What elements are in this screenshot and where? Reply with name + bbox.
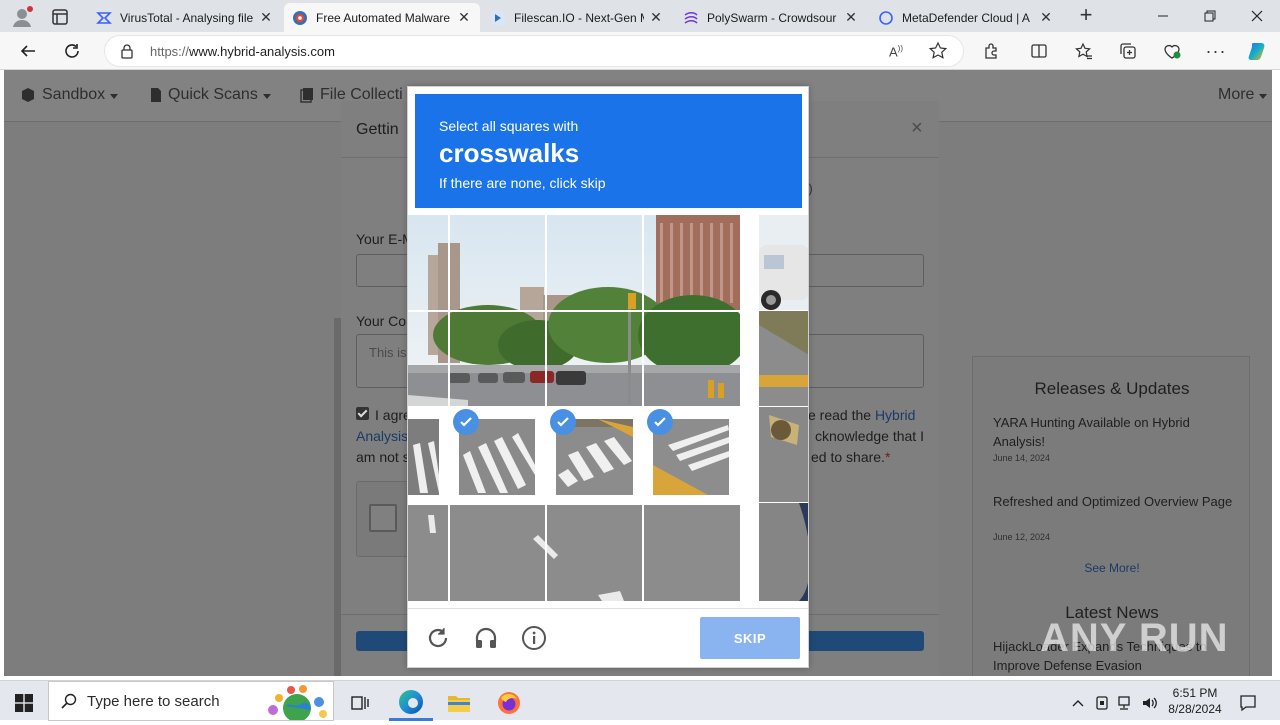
browser-tab-bar: VirusTotal - Analysing file ✕ Free Autom… [0,0,1280,32]
browser-toolbar: https://www.hybrid-analysis.com A)) ··· [0,32,1280,70]
close-tab-icon[interactable]: ✕ [648,9,664,26]
extensions-icon[interactable] [975,36,1007,66]
agree-text-left: I agre [375,407,411,423]
polyswarm-icon [683,10,699,26]
releases-heading: Releases & Updates [1034,379,1190,398]
modal-title: Gettin [356,121,399,138]
close-tab-icon[interactable]: ✕ [1038,9,1054,26]
release-item-link[interactable]: YARA Hunting Available on Hybrid Analysi… [993,413,1233,451]
hybrid-analysis-icon [292,10,308,26]
recaptcha-checkbox[interactable] [369,504,397,532]
system-clock[interactable]: 6:51 PM 8/28/2024 [1162,685,1228,717]
clock-time: 6:51 PM [1172,686,1218,700]
captcha-image-grid [408,215,808,601]
restore-icon[interactable] [1187,0,1233,32]
release-item-date: June 14, 2024 [993,453,1051,463]
tab-title: Filescan.IO - Next-Gen M [514,10,644,25]
agree-text-right: e read the Hybrid [808,407,916,423]
close-tab-icon[interactable]: ✕ [843,9,859,26]
tab-hybrid-analysis[interactable]: Free Automated Malware ✕ [284,3,480,32]
agree-text-line3-right: ed to share.* [811,449,891,465]
copilot-icon[interactable] [1242,36,1274,66]
favorite-star-icon[interactable] [928,41,948,66]
nav-quick-scans[interactable]: Quick Scans [150,86,271,104]
windows-taskbar: Type here to search 6:51 PM 8/28/2024 [0,680,1280,722]
analysis-link[interactable]: Analysis [356,428,408,444]
email-label: Your E-M [356,231,414,247]
release-item-link[interactable]: Refreshed and Optimized Overview Page [993,492,1233,511]
favorites-icon[interactable] [1068,36,1100,66]
tab-polyswarm[interactable]: PolySwarm - Crowdsour ✕ [675,3,867,32]
settings-more-icon[interactable]: ··· [1200,36,1232,66]
captcha-instruction: Select all squares with [439,118,579,134]
comment-label: Your Co [356,313,407,329]
captcha-next-image-strip [759,215,808,601]
tile-selected-check-icon[interactable] [453,409,479,435]
cube-icon [22,88,34,102]
captcha-note: If there are none, click skip [439,175,606,191]
file-explorer-icon[interactable] [437,685,481,721]
windows-start-icon[interactable] [2,685,46,721]
filescan-icon [490,10,506,26]
search-placeholder: Type here to search [87,693,220,710]
tab-metadefender[interactable]: MetaDefender Cloud | A ✕ [870,3,1062,32]
captcha-footer-divider [408,608,808,609]
close-tab-icon[interactable]: ✕ [456,9,472,26]
loading-icon [878,10,894,26]
close-window-icon[interactable] [1234,0,1280,32]
see-more-link[interactable]: See More! [973,561,1251,575]
agree-text-line3-left: am not s [356,449,410,465]
tab-filescan[interactable]: Filescan.IO - Next-Gen M ✕ [482,3,672,32]
captcha-header: Select all squares with crosswalks If th… [415,94,802,208]
task-view-icon[interactable] [338,685,382,721]
reload-icon[interactable] [423,623,453,653]
skip-button[interactable]: SKIP [700,617,800,659]
notifications-icon[interactable] [1226,685,1270,721]
browser-essentials-icon[interactable] [1156,36,1188,66]
anyrun-watermark: ANY RUN [1040,616,1229,660]
agree-checkbox[interactable] [356,407,369,420]
captcha-main-image [408,215,740,601]
back-icon[interactable] [12,36,44,66]
address-bar[interactable]: https://www.hybrid-analysis.com A)) [104,35,964,67]
clock-date: 8/28/2024 [1168,702,1222,716]
comment-placeholder: This is [369,345,407,360]
info-icon[interactable] [519,623,549,653]
captcha-target: crosswalks [439,138,580,168]
url-text: https://www.hybrid-analysis.com [150,44,335,59]
tab-title: VirusTotal - Analysing file [120,10,254,25]
split-screen-icon[interactable] [1023,36,1055,66]
lock-icon[interactable] [119,43,135,59]
tab-title: MetaDefender Cloud | A [902,10,1030,25]
refresh-icon[interactable] [56,36,88,66]
search-highlight-globe-icon [261,684,331,725]
audio-headphones-icon[interactable] [471,623,501,653]
tab-virustotal[interactable]: VirusTotal - Analysing file ✕ [88,3,282,32]
firefox-icon[interactable] [487,685,531,721]
hybrid-link[interactable]: Hybrid [875,407,915,423]
tab-title: Free Automated Malware [316,10,451,25]
tab-actions-icon[interactable] [50,7,70,27]
file-icon [151,88,161,102]
copy-icon [300,88,313,103]
collections-icon[interactable] [1112,36,1144,66]
captcha-challenge: Select all squares with crosswalks If th… [407,86,809,668]
release-item-date: June 12, 2024 [993,532,1051,542]
nav-more[interactable]: More [1218,86,1268,104]
agree-text-line2: cknowledge that I [815,428,924,444]
profile-avatar-icon[interactable] [10,5,34,29]
tile-selected-check-icon[interactable] [647,409,673,435]
nav-sandbox[interactable]: Sandbox [20,86,119,104]
tab-title: PolySwarm - Crowdsour [707,10,837,25]
edge-taskbar-icon[interactable] [389,685,433,721]
virustotal-icon [96,10,112,26]
read-aloud-icon[interactable]: A)) [889,44,903,59]
new-tab-icon[interactable]: + [1074,4,1098,27]
taskbar-search-box[interactable]: Type here to search [48,681,334,722]
close-tab-icon[interactable]: ✕ [258,9,274,26]
tile-selected-check-icon[interactable] [550,409,576,435]
minimize-icon[interactable] [1140,0,1186,32]
close-icon[interactable]: × [911,117,923,140]
search-icon [61,693,77,714]
